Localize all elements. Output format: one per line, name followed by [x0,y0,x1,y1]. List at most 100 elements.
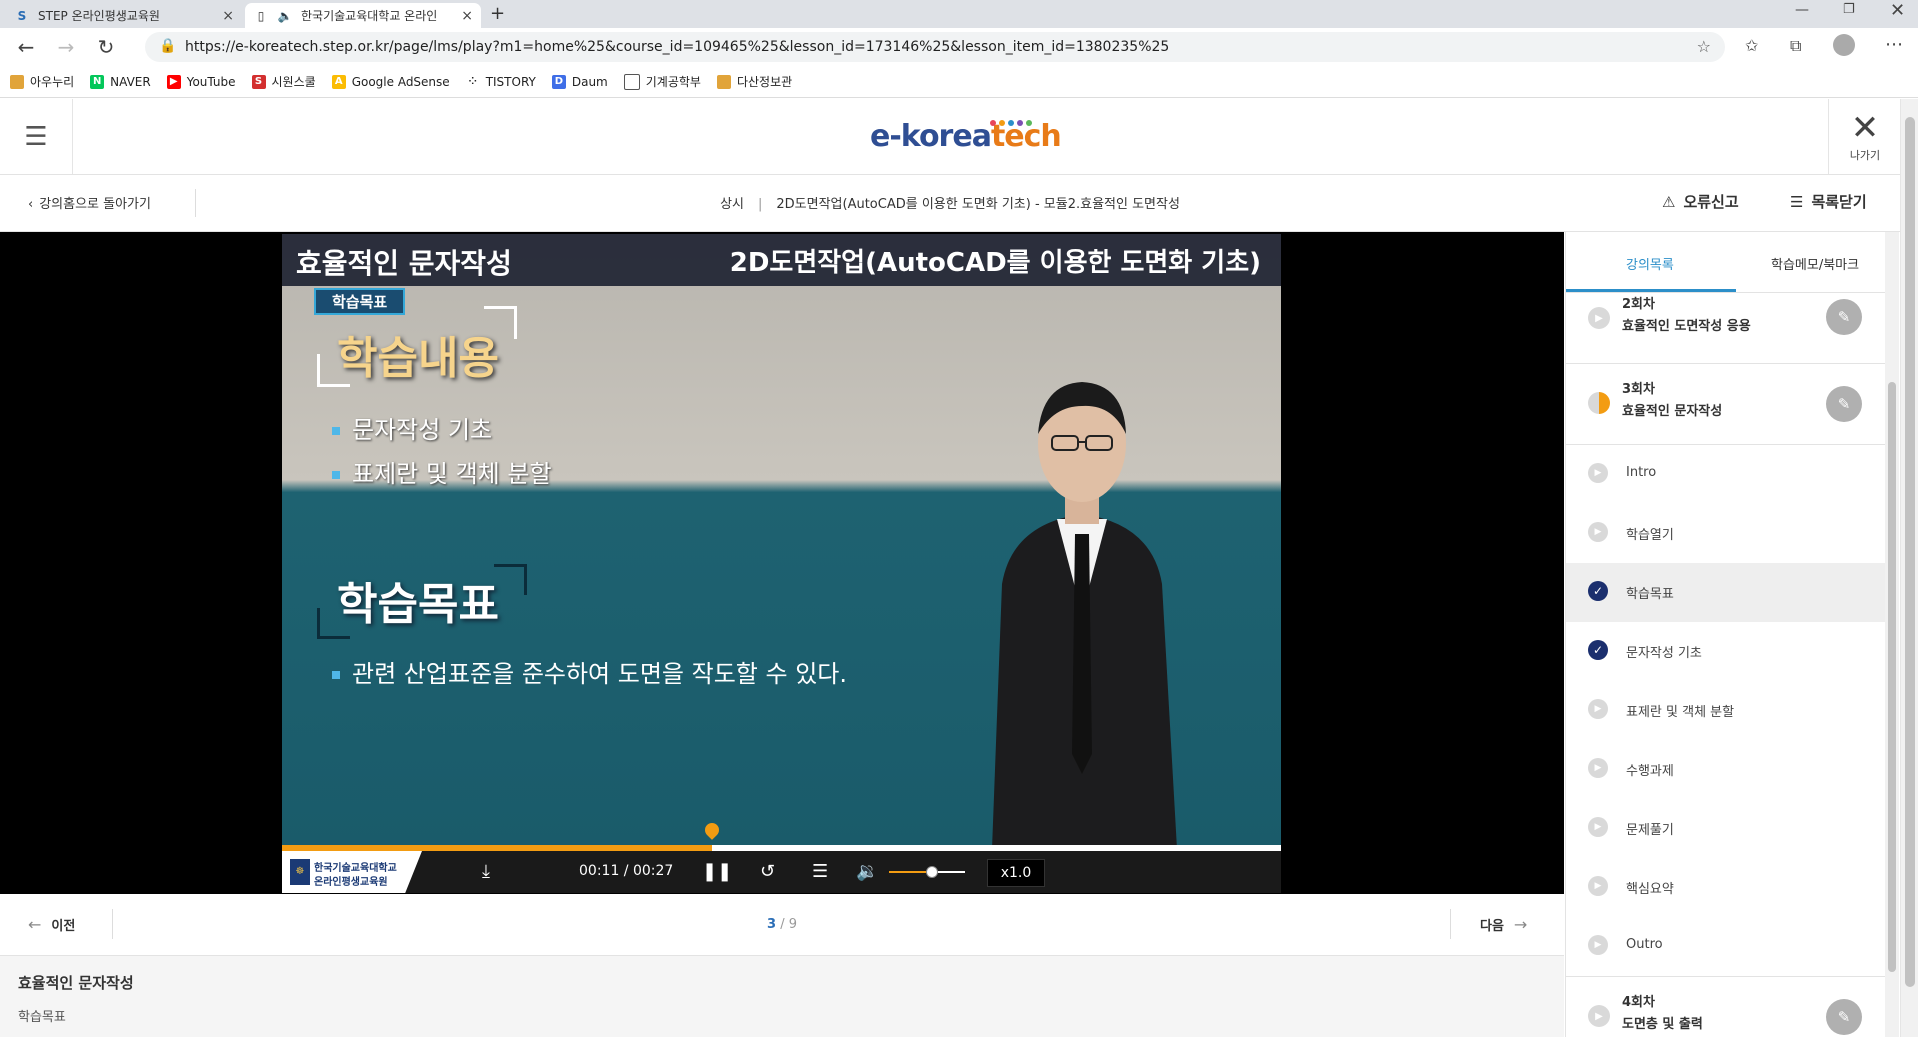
lesson-item[interactable]: ▶ 수행과제 [1566,740,1886,799]
video-player[interactable]: 효율적인 문자작성 2D도면작업(AutoCAD를 이용한 도면화 기초) 학습… [282,234,1281,849]
partial-progress-icon[interactable] [1588,392,1610,414]
lesson-item[interactable]: ▶ Outro [1566,917,1886,977]
current-time: 00:11 [579,863,620,879]
restore-icon[interactable]: ❐ [1843,2,1855,17]
close-tab-icon[interactable]: × [461,8,473,24]
browser-tab-title: 한국기술교육대학교 온라인 [301,9,438,23]
browser-tab-title: STEP 온라인평생교육원 [38,9,160,23]
bookmark-label: Google AdSense [351,74,450,89]
bookmark-label: 기계공학부 [645,75,701,89]
video-content-item: 문자작성 기초 [332,410,492,445]
crumb-type: 상시 [720,197,744,212]
playback-speed-button[interactable]: x1.0 [987,859,1045,887]
url-field[interactable]: 🔒 https://e-koreatech.step.or.kr/page/lm… [145,32,1725,62]
close-window-icon[interactable]: ✕ [1890,0,1905,21]
bookmark-youtube[interactable]: ▶ YouTube [166,74,236,89]
page-scrollbar[interactable] [1900,99,1918,1037]
arrow-right-icon: → [1513,915,1528,934]
favorites-icon[interactable]: ✩ [1745,36,1758,55]
play-icon: ▶ [1588,817,1608,837]
playlist-icon[interactable]: ☰ [812,861,828,882]
volume-knob[interactable] [925,866,938,878]
bookmark-naver[interactable]: N NAVER [90,74,151,89]
hamburger-menu-icon[interactable]: ☰ [0,99,73,174]
bookmark-label: 다산정보관 [736,75,793,89]
memo-edit-icon[interactable]: ✎ [1826,999,1862,1035]
close-tab-icon[interactable]: × [222,8,234,24]
bookmark-auunuri[interactable]: 아우누리 [10,73,74,90]
session-name: 효율적인 도면작성 응용 [1622,319,1751,334]
lesson-item[interactable]: ▶ 핵심요약 [1566,858,1886,917]
memo-edit-icon[interactable]: ✎ [1826,299,1862,335]
page-scrollbar-thumb[interactable] [1905,117,1915,987]
lesson-item[interactable]: ▶ Intro [1566,445,1886,504]
naver-icon: N [90,74,105,89]
session-number: 4회차 [1622,995,1655,1010]
play-icon: ▶ [1588,463,1608,483]
play-icon[interactable]: ▶ [1588,1005,1610,1027]
play-icon: ▶ [1588,935,1608,955]
exit-button[interactable]: ✕ 나가기 [1828,99,1901,174]
session-number: 2회차 [1622,297,1655,312]
lesson-item-active[interactable]: ✓ 학습목표 [1566,563,1886,622]
browser-tab-step[interactable]: S STEP 온라인평생교육원 × [6,3,242,28]
lesson-item-label: 핵심요약 [1626,882,1674,897]
pause-icon[interactable]: ❚❚ [702,861,732,882]
lesson-item[interactable]: ▶ 문제풀기 [1566,799,1886,858]
video-content-item-text: 표제란 및 객체 분할 [352,460,552,488]
report-error-button[interactable]: ⚠ 오류신고 [1662,191,1739,212]
minimize-icon[interactable]: — [1795,2,1809,18]
bookmark-adsense[interactable]: A Google AdSense [331,74,450,89]
profile-avatar[interactable] [1833,34,1855,56]
lesson-item-label: Outro [1626,937,1663,952]
bookmark-daum[interactable]: D Daum [551,74,608,89]
video-title-bar: 효율적인 문자작성 2D도면작업(AutoCAD를 이용한 도면화 기초) [282,234,1281,286]
bookmark-tistory[interactable]: ⁘ TISTORY [465,74,536,89]
close-icon: ✕ [1850,107,1880,148]
panel-scrollbar-thumb[interactable] [1888,382,1896,972]
more-menu-icon[interactable]: ⋯ [1885,34,1903,55]
volume-icon[interactable]: 🔉 [856,861,878,882]
session-item-current[interactable]: 3회차 효율적인 문자작성 ✎ [1566,364,1886,445]
lesson-item[interactable]: ▶ 표제란 및 객체 분할 [1566,681,1886,740]
browser-tab-active[interactable]: ▯ 🔈 한국기술교육대학교 온라인 × [245,3,481,28]
bookmark-mech[interactable]: 기계공학부 [623,73,701,90]
session-item[interactable]: 2회차 효율적인 도면작성 응용 ▶ ✎ [1566,293,1886,364]
next-button[interactable]: 다음 → [1480,915,1527,934]
video-controls: ☸ 한국기술교육대학교 온라인평생교육원 ⤓ 00:11 / 00:27 ❚❚ … [282,851,1281,893]
replay-icon[interactable]: ↺ [760,861,775,882]
koreatech-brand-logo: ☸ 한국기술교육대학교 온라인평생교육원 [282,851,422,893]
session-name: 효율적인 문자작성 [1622,404,1723,419]
logo-main-text: e-korea [870,119,992,154]
lesson-item-label: 학습목표 [1626,587,1674,602]
crumb-course: 2D도면작업(AutoCAD를 이용한 도면화 기초) - 모듈2.효율적인 도… [776,197,1180,212]
memo-edit-icon[interactable]: ✎ [1826,386,1862,422]
session-item[interactable]: 4회차 도면층 및 출력 ▶ ✎ [1566,977,1886,1037]
back-arrow-icon[interactable]: ← [6,28,46,66]
volume-slider[interactable] [889,866,965,878]
star-icon[interactable]: ☆ [1697,37,1711,56]
video-course-name: 2D도면작업(AutoCAD를 이용한 도면화 기초) [729,248,1261,278]
tab-memo-bookmark[interactable]: 학습메모/북마크 [1771,254,1859,273]
refresh-icon[interactable]: ↻ [86,28,126,66]
forward-arrow-icon[interactable]: → [46,28,86,66]
close-list-label: 목록닫기 [1811,193,1867,211]
total-pages: / 9 [780,917,797,932]
video-heading-content: 학습내용 [337,333,499,384]
play-icon: ▶ [1588,699,1608,719]
tab-lecture-list[interactable]: 강의목록 [1626,254,1674,273]
ekoreatech-logo[interactable]: e-koreatech [870,119,1062,154]
bookmarks-bar: 아우누리 N NAVER ▶ YouTube S 시원스쿨 A Google AdSen… [0,66,1918,98]
active-tab-indicator [1566,289,1736,292]
play-icon[interactable]: ▶ [1588,307,1610,329]
bookmark-dasan[interactable]: 다산정보관 [716,73,793,90]
play-icon: ▶ [1588,876,1608,896]
panel-scrollbar[interactable] [1885,232,1899,1037]
new-tab-button[interactable]: + [490,3,505,24]
download-icon[interactable]: ⤓ [482,861,490,882]
bookmark-siwon[interactable]: S 시원스쿨 [251,73,316,90]
lesson-item[interactable]: ▶ 학습열기 [1566,504,1886,563]
close-list-button[interactable]: ☰ 목록닫기 [1790,191,1867,212]
collections-icon[interactable]: ⧉ [1790,36,1801,56]
lesson-item[interactable]: ✓ 문자작성 기초 [1566,622,1886,681]
